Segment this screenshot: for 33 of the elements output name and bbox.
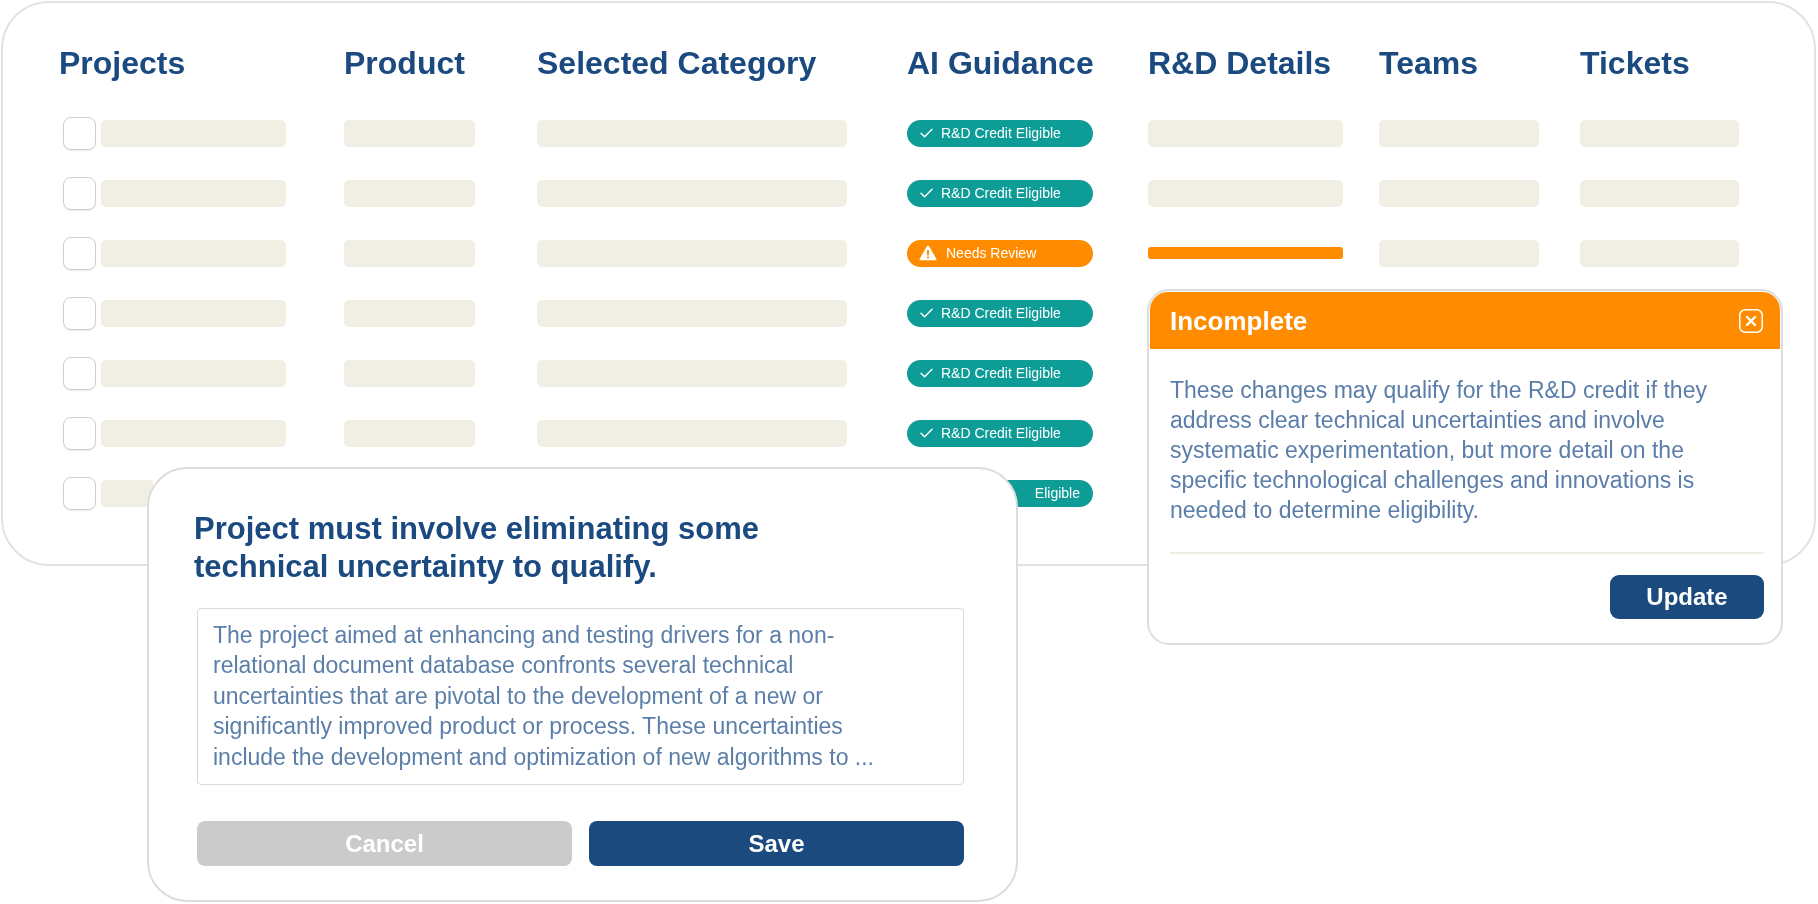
check-icon <box>920 368 933 378</box>
checkbox[interactable] <box>63 296 96 330</box>
column-header: Product <box>344 45 465 81</box>
check-icon <box>920 128 933 138</box>
column-header: R&D Details <box>1148 45 1332 81</box>
checkbox[interactable] <box>63 476 96 510</box>
status-badge: R&D Credit Eligible <box>907 359 1093 387</box>
close-icon[interactable] <box>1739 308 1763 333</box>
check-icon <box>920 188 933 198</box>
popup-message: These changes may qualify for the R&D credit if they address clear technical uncertainties and involve systematic experimentation, but more detail on the specific technological challenges and innovations is needed to determine eligibility. <box>1170 376 1708 525</box>
description-field[interactable]: The project aimed at enhancing and testing drivers for a non-relational document database confronts several technical uncertainties that are pivotal to the development of a new or significantly improved product or process. These uncertainties include the development and optimization of new algorithms to ... <box>197 608 964 785</box>
column-header: Teams <box>1379 45 1478 81</box>
dialog-title: Project must involve eliminating some technical uncertainty to qualify. <box>194 510 761 586</box>
status-badge: R&D Credit Eligible <box>907 299 1093 327</box>
status-badge: R&D Credit Eligible <box>907 119 1093 147</box>
column-header: AI Guidance <box>907 45 1094 81</box>
checkbox[interactable] <box>63 176 96 210</box>
checkbox[interactable] <box>63 416 96 450</box>
warning-icon <box>919 245 937 261</box>
checkbox[interactable] <box>63 356 96 390</box>
update-button[interactable]: Update <box>1610 575 1764 619</box>
check-icon <box>920 308 933 318</box>
column-header: Projects <box>59 45 186 81</box>
status-badge: Needs Review <box>907 239 1093 267</box>
checkbox[interactable] <box>63 116 96 150</box>
status-badge: R&D Credit Eligible <box>907 419 1093 447</box>
checkbox[interactable] <box>63 236 96 270</box>
popup-title: Incomplete <box>1170 305 1308 336</box>
check-icon <box>920 428 933 438</box>
save-button[interactable]: Save <box>589 821 964 866</box>
column-header: Tickets <box>1580 45 1690 81</box>
column-header: Selected Category <box>537 45 817 81</box>
status-badge: R&D Credit Eligible <box>907 179 1093 207</box>
